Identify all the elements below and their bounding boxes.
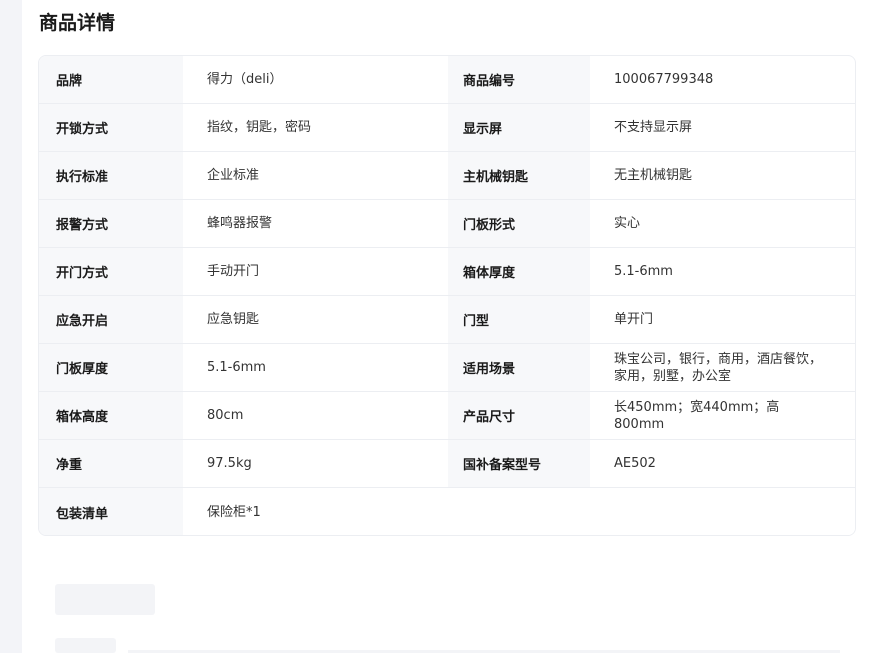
spec-label: 箱体高度 [39,392,183,439]
spec-value: 不支持显示屏 [614,120,693,135]
loading-placeholder [55,638,116,653]
spec-label: 门型 [448,296,590,343]
section-title: 商品详情 [39,12,116,34]
spec-label: 显示屏 [448,104,590,151]
spec-label: 开锁方式 [39,104,183,151]
spec-value: 单开门 [614,312,654,327]
table-row: 执行标准 企业标准 主机械钥匙 无主机械钥匙 [39,152,855,200]
spec-label: 适用场景 [448,344,590,391]
spec-value: 保险柜*1 [207,504,261,520]
spec-value: 指纹，钥匙，密码 [207,120,312,135]
spec-table: 品牌 得力（deli） 商品编号 100067799348 开锁方式 指纹，钥匙… [38,55,856,536]
spec-label: 门板形式 [448,200,590,247]
spec-value: 珠宝公司，银行，商用，酒店餐饮，家用，别墅，办公室 [614,351,823,384]
spec-value: 蜂鸣器报警 [207,216,273,231]
spec-label: 净重 [39,440,183,487]
spec-value: 5.1-6mm [207,360,266,375]
spec-value: 手动开门 [207,264,260,279]
table-row: 净重 97.5kg 国补备案型号 AE502 [39,440,855,488]
spec-label: 执行标准 [39,152,183,199]
spec-label: 国补备案型号 [448,440,590,487]
table-row: 包装清单 保险柜*1 [39,488,855,535]
table-row: 报警方式 蜂鸣器报警 门板形式 实心 [39,200,855,248]
spec-value: 100067799348 [614,72,714,87]
table-row: 开锁方式 指纹，钥匙，密码 显示屏 不支持显示屏 [39,104,855,152]
spec-value: 5.1-6mm [614,264,673,279]
spec-value: 应急钥匙 [207,312,260,327]
spec-label: 包装清单 [39,488,183,535]
spec-label: 报警方式 [39,200,183,247]
table-row: 门板厚度 5.1-6mm 适用场景 珠宝公司，银行，商用，酒店餐饮，家用，别墅，… [39,344,855,392]
spec-value: 得力（deli） [207,72,283,87]
spec-label: 产品尺寸 [448,392,590,439]
empty-cell [448,488,855,535]
table-row: 品牌 得力（deli） 商品编号 100067799348 [39,56,855,104]
spec-value: 长450mm；宽440mm；高800mm [614,399,780,432]
spec-value: AE502 [614,456,656,471]
table-row: 箱体高度 80cm 产品尺寸 长450mm；宽440mm；高800mm [39,392,855,440]
spec-value: 实心 [614,216,641,231]
left-rail [0,0,22,653]
table-row: 应急开启 应急钥匙 门型 单开门 [39,296,855,344]
spec-label: 商品编号 [448,56,590,103]
spec-label: 品牌 [39,56,183,103]
spec-label: 主机械钥匙 [448,152,590,199]
spec-value: 企业标准 [207,168,260,183]
spec-value: 无主机械钥匙 [614,168,693,183]
spec-label: 门板厚度 [39,344,183,391]
spec-value: 97.5kg [207,456,252,471]
spec-label: 开门方式 [39,248,183,295]
loading-placeholder [55,584,155,615]
spec-label: 箱体厚度 [448,248,590,295]
spec-label: 应急开启 [39,296,183,343]
table-row: 开门方式 手动开门 箱体厚度 5.1-6mm [39,248,855,296]
spec-value: 80cm [207,408,244,423]
